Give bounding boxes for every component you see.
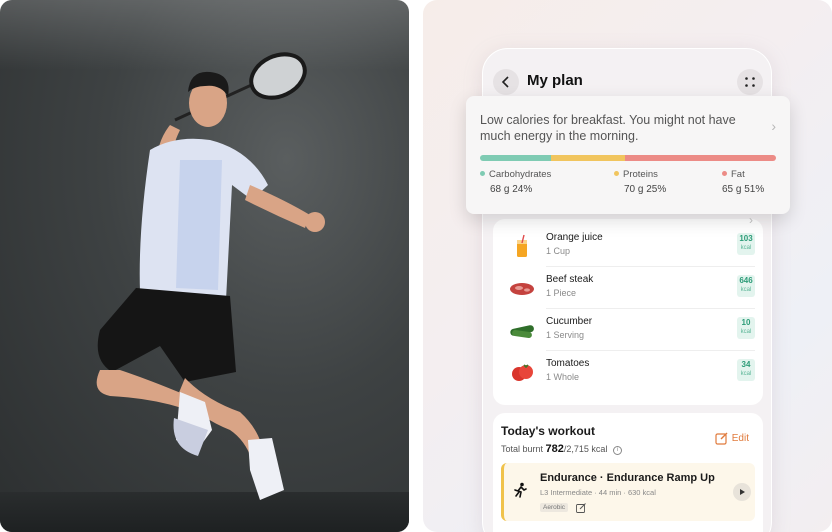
edit-icon [715,432,728,445]
total-burnt: Total burnt 782/2,715 kcal i [501,443,622,455]
macro-name: Fat [731,169,745,180]
kcal-badge: 10 kcal [737,317,755,339]
fat-segment [625,155,776,161]
page-title: My plan [527,72,583,89]
session-tag: Aerobic [540,503,569,512]
food-quantity: 1 Whole [546,372,580,382]
kcal-value: 103 [739,234,753,243]
steak-icon [510,283,534,295]
burnt-value: 782 [545,443,564,455]
grid-dots-icon [745,77,755,87]
badminton-player-illustration [96,52,325,500]
tip-message: Low calories for breakfast. You might no… [480,113,736,143]
food-name: Tomatoes [546,358,590,369]
kcal-unit: kcal [740,329,752,335]
burnt-total: /2,715 kcal [563,444,608,454]
food-item-orange-juice[interactable]: Orange juice 1 Cup 103 kcal [493,225,763,267]
workout-title: Today's workout [501,424,595,438]
app-showcase-panel: My plan › Orange juice 1 Cup 103 kcal Be… [423,0,832,532]
chevron-right-icon[interactable]: › [771,118,776,134]
food-name: Beef steak [546,274,594,285]
kcal-unit: kcal [740,245,752,251]
app-header: My plan [493,69,763,95]
kcal-unit: kcal [740,371,752,377]
tomato-icon [512,364,533,381]
carbohydrates-dot [480,171,485,176]
macro-distribution-bar [480,155,776,161]
kcal-badge: 103 kcal [737,233,755,255]
kcal-badge: 34 kcal [737,359,755,381]
macro-value: 68 g 24% [490,184,533,195]
meal-food-list: › Orange juice 1 Cup 103 kcal Beef steak… [493,213,763,405]
macro-name: Carbohydrates [489,169,552,180]
food-quantity: 1 Cup [546,246,571,256]
food-name: Cucumber [546,316,593,327]
macro-proteins: Proteins 70 g 25% [614,169,666,195]
burnt-label: Total burnt [501,444,544,454]
session-title: Endurance · Endurance Ramp Up [540,472,715,484]
food-item-tomatoes[interactable]: Tomatoes 1 Whole 34 kcal [493,351,763,393]
kcal-value: 646 [739,276,753,285]
edit-label: Edit [731,433,749,444]
kcal-unit: kcal [740,287,752,293]
athlete-photo [0,0,409,532]
macro-value: 65 g 51% [722,184,765,195]
back-button[interactable] [493,69,519,95]
juice-glass-icon [517,234,527,257]
note-icon[interactable] [576,503,586,513]
fat-dot [722,171,727,176]
session-meta: L3 Intermediate · 44 min · 630 kcal [540,488,656,497]
kcal-value: 34 [741,360,751,369]
edit-button[interactable]: Edit [715,432,749,445]
nutrition-tip-card[interactable]: Low calories for breakfast. You might no… [466,96,790,214]
kcal-badge: 646 kcal [737,275,755,297]
play-button[interactable] [733,483,751,501]
food-quantity: 1 Serving [546,330,585,340]
todays-workout-card: Today's workout Total burnt 782/2,715 kc… [493,413,763,532]
macro-name: Proteins [623,169,658,180]
food-quantity: 1 Piece [546,288,577,298]
kcal-value: 10 [741,318,751,327]
cucumber-icon [510,325,534,338]
food-name: Orange juice [546,232,603,243]
carbohydrates-segment [480,155,552,161]
macro-carbohydrates: Carbohydrates 68 g 24% [480,169,551,195]
food-item-cucumber[interactable]: Cucumber 1 Serving 10 kcal [493,309,763,351]
running-icon [514,482,527,498]
info-icon[interactable]: i [612,446,622,455]
macro-fat: Fat 65 g 51% [722,169,764,195]
chevron-left-icon [501,76,509,88]
proteins-dot [614,171,619,176]
proteins-segment [551,155,626,161]
macro-value: 70 g 25% [624,184,667,195]
play-icon [740,489,745,495]
food-item-beef-steak[interactable]: Beef steak 1 Piece 646 kcal [493,267,763,309]
grid-menu-button[interactable] [737,69,763,95]
workout-session[interactable]: Endurance · Endurance Ramp Up L3 Interme… [501,463,755,521]
